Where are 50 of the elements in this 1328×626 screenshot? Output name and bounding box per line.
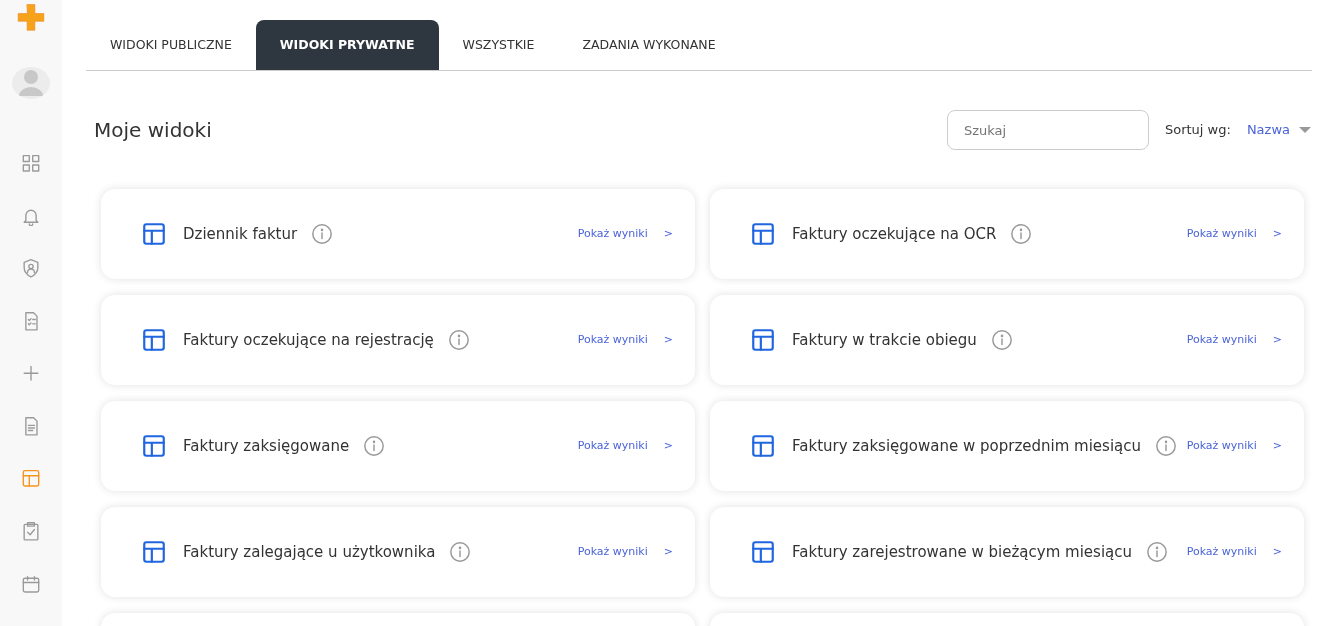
search-field[interactable]: Szukaj xyxy=(946,110,1149,150)
info-icon xyxy=(1155,435,1177,457)
chevron[interactable]: > xyxy=(663,225,673,243)
chevron[interactable]: > xyxy=(1272,437,1282,455)
sort-dropdown[interactable]: Nazwa xyxy=(1246,120,1312,140)
layout-icon xyxy=(750,327,776,353)
layout-icon xyxy=(750,433,776,459)
tab[interactable]: WSZYSTKIE xyxy=(438,20,559,70)
info-icon xyxy=(311,223,334,245)
layout-icon xyxy=(141,327,167,353)
chevron[interactable]: > xyxy=(663,331,673,349)
info-icon xyxy=(363,435,386,457)
view-title: Faktury oczekujące na OCR xyxy=(792,223,997,245)
info-icon xyxy=(447,329,470,351)
sort-label: Sortuj wg: xyxy=(1164,121,1231,140)
show-results-link[interactable]: Pokaż wyniki xyxy=(1186,437,1257,455)
show-results-link[interactable]: Pokaż wyniki xyxy=(577,331,648,349)
layout-icon xyxy=(141,433,167,459)
info-icon xyxy=(1010,223,1033,245)
show-results-link[interactable]: Pokaż wyniki xyxy=(577,225,648,243)
show-results-link[interactable]: Pokaż wyniki xyxy=(1186,331,1257,349)
chevron[interactable]: > xyxy=(663,543,673,561)
chevron[interactable]: > xyxy=(1272,225,1282,243)
caret-icon xyxy=(1298,126,1312,134)
view-title: Faktury zaksięgowane w poprzednim miesiącu xyxy=(792,435,1141,457)
show-results-link[interactable]: Pokaż wyniki xyxy=(577,437,648,455)
view-title: Faktury zarejestrowane w bieżącym miesiącu xyxy=(792,541,1132,563)
view-title: Faktury zaksięgowane xyxy=(183,435,350,457)
chevron[interactable]: > xyxy=(1272,331,1282,349)
layout-icon xyxy=(750,539,776,565)
layout-icon xyxy=(141,221,167,247)
view-title: Faktury oczekujące na rejestrację xyxy=(183,329,434,351)
view-title: Dziennik faktur xyxy=(183,223,298,245)
show-results-link[interactable]: Pokaż wyniki xyxy=(577,543,648,561)
info-icon xyxy=(990,329,1013,351)
info-icon xyxy=(1146,541,1168,563)
tab[interactable]: WIDOKI PRYWATNE xyxy=(255,20,439,70)
view-title: Faktury w trakcie obiegu xyxy=(792,329,977,351)
page-heading: Moje widoki xyxy=(94,118,212,142)
info-icon xyxy=(449,541,472,563)
tab[interactable]: ZADANIA WYKONANE xyxy=(558,20,740,70)
show-results-link[interactable]: Pokaż wyniki xyxy=(1186,543,1257,561)
chevron[interactable]: > xyxy=(663,437,673,455)
layout-icon xyxy=(141,539,167,565)
avatar[interactable] xyxy=(12,66,50,100)
show-results-link[interactable]: Pokaż wyniki xyxy=(1186,225,1257,243)
layout-icon xyxy=(750,221,776,247)
tab[interactable]: WIDOKI PUBLICZNE xyxy=(86,20,256,70)
view-title: Faktury zalegające u użytkownika xyxy=(183,541,436,563)
chevron[interactable]: > xyxy=(1272,543,1282,561)
